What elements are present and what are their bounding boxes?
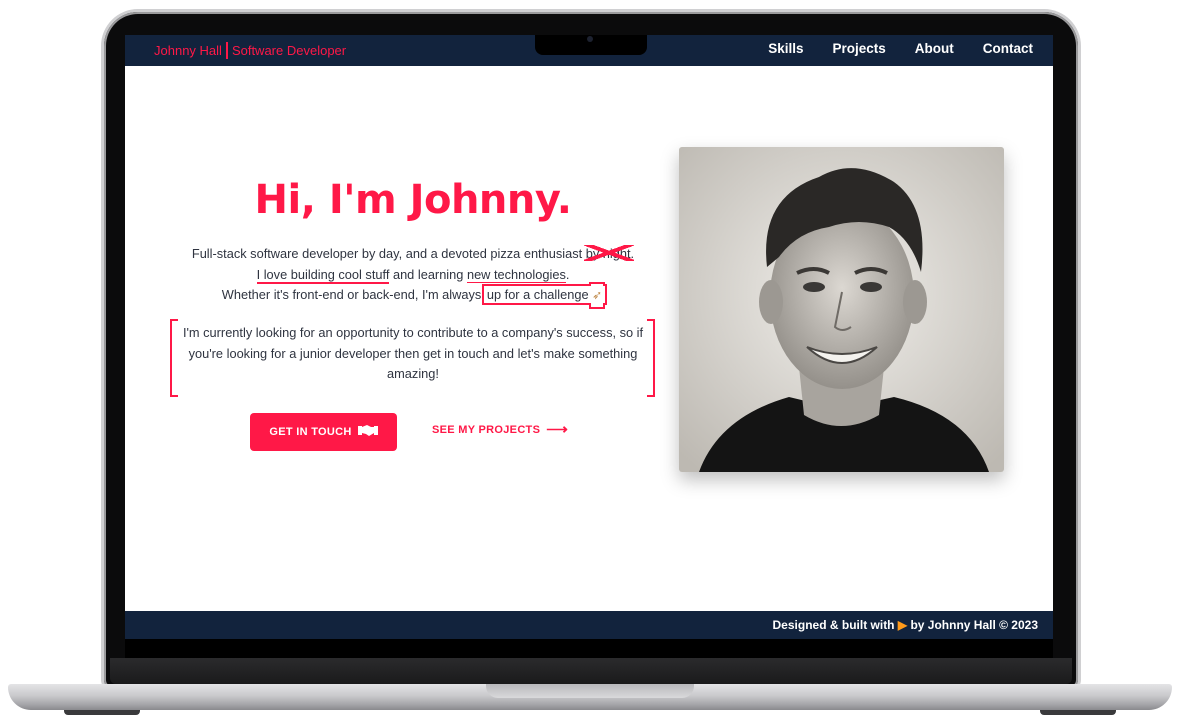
see-projects-link[interactable]: SEE MY PROJECTS ⟶	[432, 421, 569, 438]
boxed-text: up for a challenge ➶	[481, 284, 608, 305]
laptop-base-notch	[486, 684, 694, 698]
intro-text-3: Whether it's front-end or back-end, I'm …	[221, 287, 485, 302]
laptop-hinge	[110, 658, 1072, 684]
profile-photo	[679, 147, 1004, 472]
laptop-foot-right	[1040, 710, 1116, 715]
opportunity-text: I'm currently looking for an opportunity…	[182, 325, 644, 381]
brand-divider	[225, 42, 228, 59]
laptop-bezel	[125, 639, 1053, 659]
arrow-right-icon: ⟶	[546, 421, 569, 438]
struck-text: by night	[583, 244, 634, 265]
get-in-touch-button[interactable]: GET IN TOUCH	[250, 413, 397, 451]
underlined-text: new technologies	[466, 266, 566, 283]
website-screen: Johnny Hall Software Developer Skills Pro…	[125, 35, 1053, 639]
boxed-label: up for a challenge	[486, 287, 589, 302]
highlight-text: I love building cool stuff	[256, 266, 390, 284]
bracket-right	[647, 319, 655, 397]
hero-title: Hi, I'm Johnny.	[254, 177, 572, 223]
footer-text-end: by Johnny Hall © 2023	[910, 618, 1038, 632]
brand-logo[interactable]: Johnny Hall Software Developer	[154, 42, 346, 59]
nav-link-projects[interactable]: Projects	[832, 41, 885, 56]
intro-period-2: .	[565, 266, 570, 282]
hero-intro: Full-stack software developer by day, an…	[125, 244, 701, 306]
nav-links: Skills Projects About Contact	[739, 41, 1033, 56]
rocket-icon: ➶	[592, 288, 603, 302]
camera-notch	[535, 35, 647, 55]
nav-link-about[interactable]: About	[915, 41, 954, 56]
brand-role: Software Developer	[231, 43, 347, 58]
intro-text: Full-stack software developer by day, an…	[191, 246, 586, 261]
intro-line-1: Full-stack software developer by day, an…	[125, 244, 701, 265]
see-projects-label: SEE MY PROJECTS	[432, 424, 541, 436]
nav-link-contact[interactable]: Contact	[983, 41, 1033, 56]
footer-credit: Designed & built with ▶ by Johnny Hall ©…	[773, 618, 1038, 632]
nav-link-skills[interactable]: Skills	[768, 41, 803, 56]
intro-line-3: Whether it's front-end or back-end, I'm …	[125, 284, 701, 306]
get-in-touch-label: GET IN TOUCH	[269, 426, 352, 438]
handshake-icon	[357, 424, 378, 440]
brand-name: Johnny Hall	[154, 43, 222, 58]
camera-icon	[587, 36, 593, 42]
intro-line-2: I love building cool stuff and learning …	[125, 265, 701, 286]
site-footer: Designed & built with ▶ by Johnny Hall ©…	[125, 611, 1053, 639]
portrait-image	[679, 147, 1004, 472]
laptop-foot-left	[64, 710, 140, 715]
footer-text-start: Designed & built with	[772, 618, 895, 632]
intro-text-mid: and learning	[389, 266, 467, 282]
pizza-icon: ▶	[897, 618, 908, 632]
